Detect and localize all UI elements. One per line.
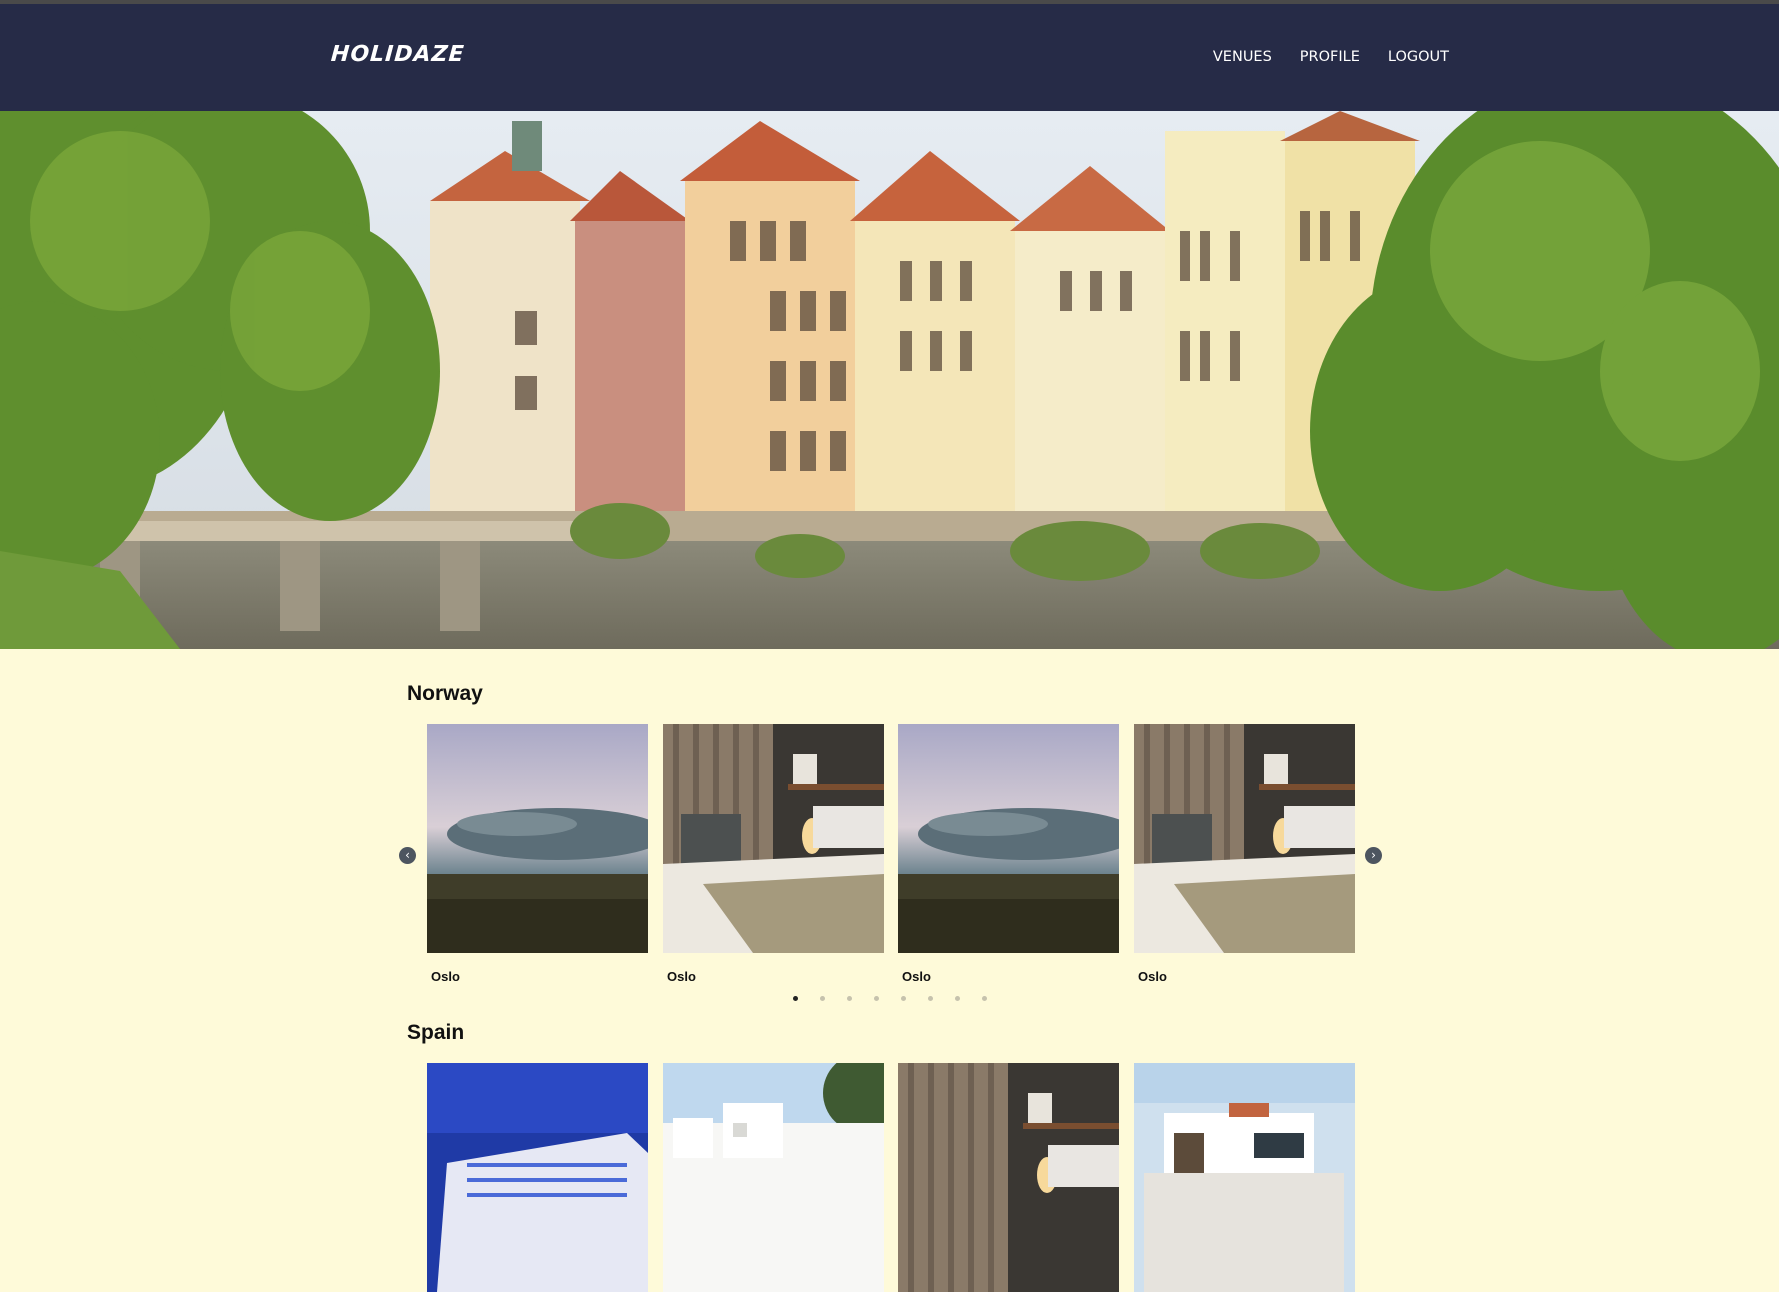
carousel-dot[interactable] [792, 996, 798, 1001]
carousel-dot[interactable] [846, 996, 852, 1001]
carousel-dot[interactable] [819, 996, 825, 1001]
venue-card[interactable] [663, 1063, 884, 1292]
venue-card[interactable] [1134, 1063, 1355, 1292]
carousel-next-button[interactable]: › [1365, 847, 1382, 864]
carousel-dot[interactable] [927, 996, 933, 1001]
venue-card-image [898, 724, 1119, 953]
venue-card-image [427, 1063, 648, 1292]
carousel-dot[interactable] [954, 996, 960, 1001]
venue-card[interactable]: Oslo [1134, 724, 1355, 984]
venue-card[interactable]: Oslo [898, 724, 1119, 984]
venue-card-caption: Oslo [902, 969, 931, 984]
carousel-pagination [0, 996, 1779, 1001]
chevron-left-icon: ‹ [405, 848, 410, 862]
nav-link-venues[interactable]: VENUES [1213, 49, 1272, 65]
nav-link-profile[interactable]: PROFILE [1300, 49, 1360, 65]
section-title-spain: Spain [407, 1021, 465, 1044]
venue-card[interactable] [427, 1063, 648, 1292]
carousel-prev-button[interactable]: ‹ [399, 847, 416, 864]
venue-card[interactable] [898, 1063, 1119, 1292]
venue-card-caption: Oslo [667, 969, 696, 984]
hero-image [0, 111, 1779, 649]
site-logo[interactable]: HOLIDAZE [330, 42, 465, 67]
section-title-norway: Norway [407, 682, 483, 705]
venue-card-image [663, 724, 884, 953]
venue-card-image [663, 1063, 884, 1292]
carousel-dot[interactable] [900, 996, 906, 1001]
carousel-dot[interactable] [981, 996, 987, 1001]
venue-card-image [427, 724, 648, 953]
venue-card-caption: Oslo [1138, 969, 1167, 984]
main-nav: VENUES PROFILE LOGOUT [1185, 49, 1449, 65]
chevron-right-icon: › [1371, 848, 1376, 862]
venue-card[interactable]: Oslo [427, 724, 648, 984]
navbar: HOLIDAZE VENUES PROFILE LOGOUT [0, 4, 1779, 111]
carousel-dot[interactable] [873, 996, 879, 1001]
venue-card-image [898, 1063, 1119, 1292]
venue-card-caption: Oslo [431, 969, 460, 984]
venue-card[interactable]: Oslo [663, 724, 884, 984]
nav-link-logout[interactable]: LOGOUT [1388, 49, 1449, 65]
venue-card-image [1134, 1063, 1355, 1292]
venue-card-image [1134, 724, 1355, 953]
